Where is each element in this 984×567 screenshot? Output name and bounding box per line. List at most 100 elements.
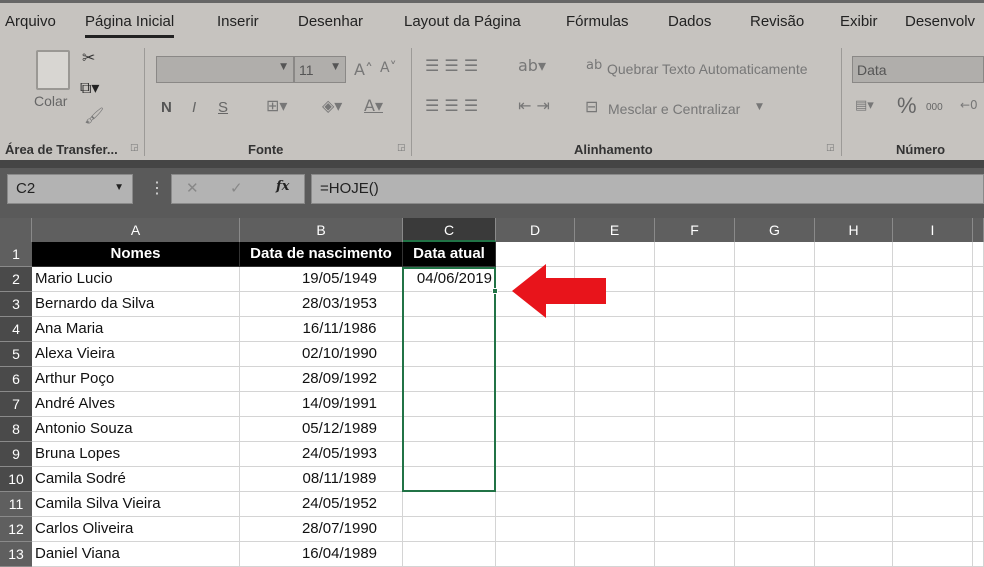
cell[interactable] [403, 542, 496, 567]
cell[interactable] [973, 292, 984, 317]
cell[interactable] [735, 542, 815, 567]
cell[interactable]: Data de nascimento [240, 242, 403, 267]
cell[interactable] [973, 367, 984, 392]
cell[interactable] [815, 417, 893, 442]
cell[interactable]: 08/11/1989 [240, 467, 403, 492]
cell[interactable]: Mario Lucio [32, 267, 240, 292]
decimal-icon[interactable]: ←0 [960, 98, 978, 112]
cell[interactable] [735, 242, 815, 267]
cell[interactable] [496, 317, 575, 342]
cell[interactable] [655, 492, 735, 517]
cell[interactable] [815, 367, 893, 392]
column-header[interactable]: E [575, 218, 655, 242]
cell[interactable] [973, 492, 984, 517]
cell[interactable] [893, 317, 973, 342]
decrease-font-icon[interactable]: A˅ [380, 60, 397, 76]
cell[interactable] [655, 542, 735, 567]
cell[interactable]: Nomes [32, 242, 240, 267]
cell[interactable] [893, 492, 973, 517]
cell[interactable] [735, 517, 815, 542]
cell[interactable] [735, 267, 815, 292]
align-left-icon[interactable]: ☰ ☰ ☰ [425, 96, 478, 115]
cell[interactable] [893, 542, 973, 567]
cell[interactable] [575, 342, 655, 367]
merge-dropdown-icon[interactable]: ▼ [756, 102, 763, 112]
font-color-icon[interactable]: A▾ [364, 96, 383, 115]
cell[interactable] [735, 417, 815, 442]
row-header[interactable]: 4 [0, 317, 32, 342]
cell[interactable] [735, 367, 815, 392]
font-name-select[interactable]: ▼ [156, 56, 294, 83]
merge-center-button[interactable]: Mesclar e Centralizar [608, 101, 740, 117]
cell[interactable]: Antonio Souza [32, 417, 240, 442]
cell[interactable]: 24/05/1993 [240, 442, 403, 467]
cell[interactable]: Ana Maria [32, 317, 240, 342]
cell[interactable] [655, 467, 735, 492]
cell[interactable] [815, 342, 893, 367]
cell[interactable] [496, 417, 575, 442]
copy-icon[interactable]: ⧉▾ [80, 78, 99, 98]
bold-button[interactable]: N [161, 99, 172, 116]
row-header[interactable]: 7 [0, 392, 32, 417]
cell[interactable] [815, 442, 893, 467]
cell[interactable]: 16/11/1986 [240, 317, 403, 342]
align-top-icon[interactable]: ☰ ☰ ☰ [425, 56, 478, 75]
cell[interactable] [496, 367, 575, 392]
row-header[interactable]: 12 [0, 517, 32, 542]
tab-2[interactable]: Inserir [217, 13, 259, 30]
cell[interactable] [655, 292, 735, 317]
increase-font-icon[interactable]: A˄ [354, 60, 373, 79]
cell[interactable] [496, 442, 575, 467]
cell[interactable] [655, 342, 735, 367]
indent-icon[interactable]: ⇤ ⇥ [518, 96, 550, 115]
column-header[interactable]: C [403, 218, 496, 242]
cell[interactable] [655, 267, 735, 292]
cell[interactable] [893, 342, 973, 367]
cell[interactable] [575, 542, 655, 567]
row-header[interactable]: 5 [0, 342, 32, 367]
cell[interactable] [735, 467, 815, 492]
tab-8[interactable]: Exibir [840, 13, 878, 30]
row-header[interactable]: 9 [0, 442, 32, 467]
cell[interactable]: 28/03/1953 [240, 292, 403, 317]
cell[interactable] [575, 392, 655, 417]
cell[interactable] [973, 542, 984, 567]
cell[interactable] [973, 267, 984, 292]
tab-5[interactable]: Fórmulas [566, 13, 629, 30]
cell[interactable] [655, 417, 735, 442]
cell[interactable]: Bernardo da Silva [32, 292, 240, 317]
paste-icon[interactable] [36, 50, 70, 90]
cell[interactable] [575, 417, 655, 442]
cell[interactable] [893, 242, 973, 267]
cell[interactable]: Camila Silva Vieira [32, 492, 240, 517]
column-header[interactable]: A [32, 218, 240, 242]
row-header[interactable]: 11 [0, 492, 32, 517]
font-size-select[interactable]: 11 ▼ [294, 56, 346, 83]
row-header[interactable]: 10 [0, 467, 32, 492]
cell[interactable] [575, 467, 655, 492]
row-header[interactable]: 6 [0, 367, 32, 392]
cell[interactable] [815, 392, 893, 417]
borders-icon[interactable]: ⊞▾ [266, 96, 287, 115]
cell[interactable]: Arthur Poço [32, 367, 240, 392]
cell[interactable] [496, 517, 575, 542]
cell[interactable] [815, 292, 893, 317]
cell[interactable] [973, 242, 984, 267]
cell[interactable] [893, 442, 973, 467]
tab-4[interactable]: Layout da Página [404, 13, 521, 30]
cell[interactable]: 16/04/1989 [240, 542, 403, 567]
cell[interactable] [973, 442, 984, 467]
tab-1[interactable]: Página Inicial [85, 13, 175, 38]
cell[interactable] [893, 517, 973, 542]
insert-function-icon[interactable]: fx [276, 179, 289, 194]
number-format-select[interactable]: Data [852, 56, 984, 83]
formula-input[interactable]: =HOJE() [311, 174, 984, 204]
cell[interactable] [655, 392, 735, 417]
cell[interactable] [893, 267, 973, 292]
cell[interactable] [575, 517, 655, 542]
cell[interactable] [973, 417, 984, 442]
cell[interactable] [575, 367, 655, 392]
italic-button[interactable]: I [192, 99, 196, 116]
tab-7[interactable]: Revisão [750, 13, 804, 30]
cell[interactable] [496, 467, 575, 492]
